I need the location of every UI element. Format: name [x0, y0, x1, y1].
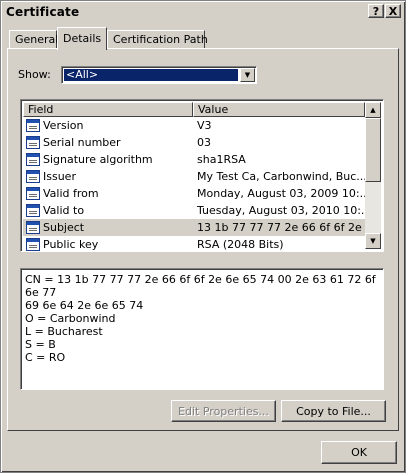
field-name: Subject — [43, 221, 85, 234]
window-title: Certificate — [6, 5, 80, 19]
certificate-field-icon — [26, 170, 40, 183]
tab-strip: General Details Certification Path — [7, 27, 399, 50]
fields-list-header: Field Value — [23, 102, 365, 117]
field-name: Issuer — [43, 170, 76, 183]
certificate-field-icon — [26, 153, 40, 166]
title-bar[interactable]: Certificate ? X — [3, 3, 403, 21]
field-name: Valid from — [43, 187, 99, 200]
list-item[interactable]: Signature algorithm sha1RSA — [23, 151, 365, 168]
field-name: Valid to — [43, 204, 85, 217]
certificate-field-icon — [26, 187, 40, 200]
column-header-value[interactable]: Value — [193, 102, 365, 117]
list-item[interactable]: Serial number 03 — [23, 134, 365, 151]
certificate-field-icon — [26, 119, 40, 132]
detail-line: 69 6e 64 2e 6e 65 74 — [25, 299, 144, 312]
detail-line: S = B — [25, 338, 56, 351]
fields-list[interactable]: Field Value Version V3 Serial number 03 … — [20, 99, 384, 252]
detail-line: CN = 13 1b 77 77 77 2e 66 6f 6f 2e 6e 65… — [25, 273, 380, 299]
field-name: Serial number — [43, 136, 121, 149]
list-item[interactable]: Issuer My Test Ca, Carbonwind, Buc... — [23, 168, 365, 185]
ok-button[interactable]: OK — [321, 441, 397, 464]
list-item[interactable]: Valid from Monday, August 03, 2009 10:..… — [23, 185, 365, 202]
tab-details[interactable]: Details — [57, 27, 107, 50]
copy-to-file-button[interactable]: Copy to File... — [281, 400, 386, 422]
field-value: Monday, August 03, 2009 10:... — [197, 187, 365, 200]
certificate-field-icon — [26, 204, 40, 217]
list-item[interactable]: Valid to Tuesday, August 03, 2010 10:... — [23, 202, 365, 219]
details-panel: Show: <All> ▼ Field Value Version V3 Ser… — [7, 48, 399, 431]
help-button[interactable]: ? — [368, 4, 384, 18]
tab-general[interactable]: General — [9, 30, 58, 49]
list-item[interactable]: Public key RSA (2048 Bits) — [23, 236, 365, 251]
tab-certification-path[interactable]: Certification Path — [107, 30, 208, 49]
field-value: sha1RSA — [197, 153, 246, 166]
list-item-selected[interactable]: Subject 13 1b 77 77 77 2e 66 6f 6f 2e ..… — [23, 219, 365, 236]
certificate-field-icon — [26, 238, 40, 251]
certificate-dialog: Certificate ? X General Details Certific… — [0, 0, 406, 473]
fields-list-scrollbar[interactable]: ▲ ▼ — [365, 102, 381, 249]
field-name: Signature algorithm — [43, 153, 153, 166]
field-value: V3 — [197, 119, 212, 132]
field-value: 13 1b 77 77 77 2e 66 6f 6f 2e ... — [197, 221, 365, 234]
field-value: 03 — [197, 136, 211, 149]
field-name: Public key — [43, 238, 99, 251]
field-value: RSA (2048 Bits) — [197, 238, 284, 251]
detail-line: O = Carbonwind — [25, 312, 116, 325]
fields-list-rows: Version V3 Serial number 03 Signature al… — [23, 117, 365, 251]
chevron-down-icon[interactable]: ▼ — [240, 68, 255, 82]
show-dropdown-value: <All> — [64, 69, 238, 81]
scroll-down-arrow-icon[interactable]: ▼ — [365, 233, 381, 249]
field-name: Version — [43, 119, 84, 132]
list-item[interactable]: Version V3 — [23, 117, 365, 134]
close-button[interactable]: X — [385, 4, 401, 18]
certificate-field-icon — [26, 221, 40, 234]
column-header-field[interactable]: Field — [23, 102, 193, 117]
edit-properties-button[interactable]: Edit Properties... — [171, 400, 276, 422]
show-label: Show: — [18, 68, 51, 81]
detail-line: C = RO — [25, 351, 66, 364]
certificate-field-icon — [26, 136, 40, 149]
field-value: Tuesday, August 03, 2010 10:... — [197, 204, 365, 217]
field-value: My Test Ca, Carbonwind, Buc... — [197, 170, 365, 183]
scrollbar-thumb[interactable] — [365, 118, 381, 182]
field-detail-text[interactable]: CN = 13 1b 77 77 77 2e 66 6f 6f 2e 6e 65… — [20, 268, 384, 390]
show-dropdown[interactable]: <All> ▼ — [61, 66, 257, 84]
detail-line: L = Bucharest — [25, 325, 103, 338]
scroll-up-arrow-icon[interactable]: ▲ — [365, 102, 381, 118]
